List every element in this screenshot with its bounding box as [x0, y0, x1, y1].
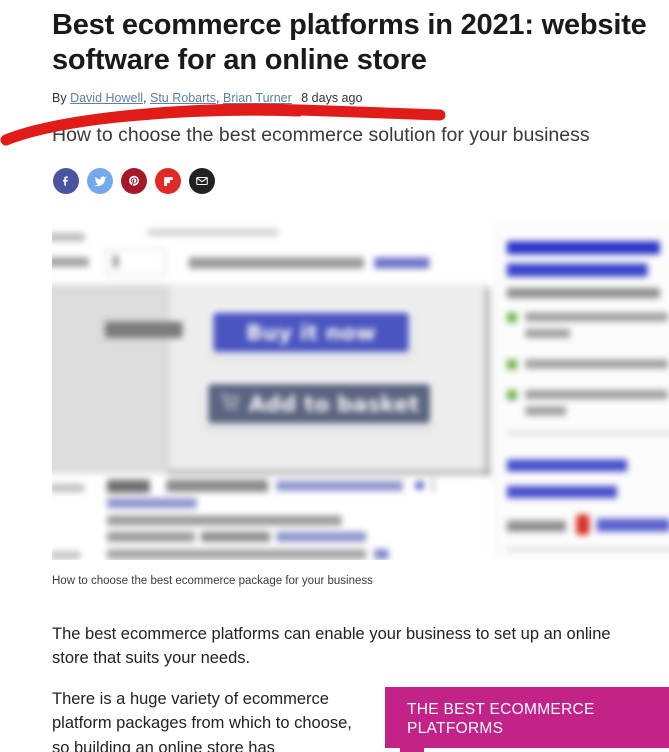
publish-timestamp: 8 days ago	[301, 91, 363, 105]
image-panel-shadow	[168, 469, 491, 476]
image-blur-line	[107, 515, 342, 526]
image-caption: How to choose the best ecommerce package…	[52, 575, 373, 587]
image-visit-shop-label	[506, 520, 567, 532]
image-blur-line	[525, 390, 669, 400]
image-buy-it-now-button[interactable]: Buy it now	[209, 308, 414, 357]
flipboard-icon	[163, 176, 173, 186]
pinterest-icon	[129, 175, 139, 186]
image-blur-line	[525, 359, 669, 369]
promo-tab-strip	[385, 748, 669, 752]
author-link-2[interactable]: Stu Robarts	[150, 91, 216, 105]
image-add-to-basket-label: Add to basket	[208, 384, 430, 424]
byline-separator-1: ,	[143, 91, 147, 105]
pinterest-share-button[interactable]	[121, 168, 147, 194]
image-shop-logo	[576, 514, 590, 535]
image-blur-link	[276, 531, 367, 542]
image-buy-it-now-label: Buy it now	[246, 320, 376, 345]
page-title: Best ecommerce platforms in 2021: websit…	[52, 9, 647, 76]
image-blur-line	[525, 406, 567, 416]
image-blur-line	[200, 531, 271, 542]
image-check-icon	[506, 359, 518, 370]
twitter-icon	[93, 175, 107, 186]
image-quantity-value	[113, 255, 119, 268]
image-seller-feedback	[506, 288, 660, 299]
envelope-icon	[196, 176, 208, 186]
image-blur-line	[52, 483, 85, 493]
shopping-cart-icon	[219, 392, 241, 416]
image-blur-line	[525, 328, 571, 338]
image-blur-label	[147, 228, 279, 236]
image-save-seller-link	[506, 459, 628, 472]
image-blur-dot	[415, 480, 425, 490]
byline-prefix: By	[52, 91, 67, 105]
image-blur-divider	[431, 477, 435, 493]
image-blur-link	[374, 549, 389, 560]
article-page: Best ecommerce platforms in 2021: websit…	[0, 0, 669, 752]
twitter-share-button[interactable]	[87, 168, 113, 194]
promo-box[interactable]: THE BEST ECOMMERCE PLATFORMS	[385, 687, 669, 752]
image-blur-label	[52, 257, 89, 267]
facebook-icon	[63, 176, 68, 186]
image-price-text	[104, 321, 183, 338]
image-divider	[506, 547, 669, 552]
image-blur-label	[52, 232, 85, 242]
image-availability-link	[374, 257, 430, 269]
image-check-icon	[506, 390, 518, 401]
image-seller-name	[506, 263, 648, 277]
image-blur-line	[107, 479, 150, 494]
author-link-3[interactable]: Brian Turner	[223, 91, 292, 105]
facebook-share-button[interactable]	[53, 168, 79, 194]
image-seller-heading	[506, 241, 660, 255]
image-blur-line	[166, 479, 269, 493]
flipboard-share-button[interactable]	[155, 168, 181, 194]
image-see-other-items-link	[506, 485, 618, 499]
article-standfirst: How to choose the best ecommerce solutio…	[52, 124, 590, 146]
author-link-1[interactable]: David Howell	[70, 91, 143, 105]
image-check-icon	[506, 312, 518, 323]
hero-image-content: Buy it now Add to basket	[52, 218, 669, 560]
image-divider	[506, 430, 669, 435]
image-shop-name	[596, 518, 669, 532]
image-blur-link	[276, 480, 403, 491]
body-paragraph-1: The best ecommerce platforms can enable …	[52, 625, 611, 668]
email-share-button[interactable]	[189, 168, 215, 194]
image-blur-line	[52, 551, 81, 560]
byline-separator-2: ,	[216, 91, 220, 105]
image-panel-shadow	[484, 288, 491, 476]
hero-image: Buy it now Add to basket	[52, 218, 669, 560]
image-blur-line	[525, 312, 669, 322]
image-add-to-basket-text: Add to basket	[248, 391, 420, 417]
image-blur-line	[107, 531, 195, 542]
image-blur-link	[107, 498, 197, 509]
body-paragraph-2: There is a huge variety of ecommerce pla…	[52, 690, 352, 752]
image-add-to-basket-button[interactable]: Add to basket	[203, 379, 435, 428]
byline: By David Howell, Stu Robarts, Brian Turn…	[52, 91, 362, 105]
promo-title: THE BEST ECOMMERCE PLATFORMS	[407, 701, 595, 737]
social-share-bar	[53, 168, 215, 194]
image-blur-line	[107, 549, 367, 560]
image-availability-text	[188, 257, 365, 269]
promo-tab-indicator	[400, 748, 424, 752]
